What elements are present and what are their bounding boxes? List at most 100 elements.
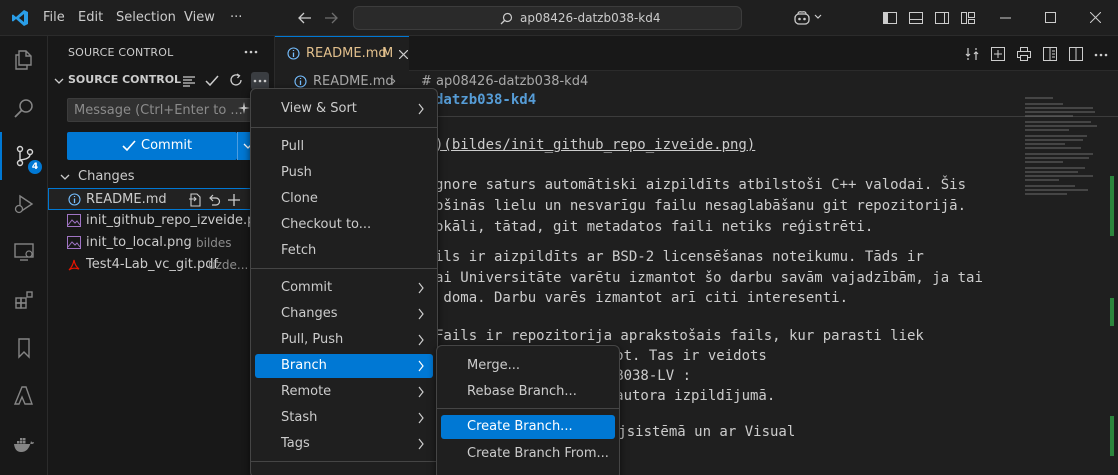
- menu-item-commit[interactable]: Commit: [255, 276, 433, 300]
- source-control-section-title[interactable]: SOURCE CONTROL: [68, 73, 181, 86]
- menu-view[interactable]: View: [184, 10, 215, 25]
- minimize-icon[interactable]: [1000, 17, 1011, 19]
- list-item[interactable]: Test4-Lab_vc_git.pdf uzde...: [48, 254, 275, 276]
- menu-item-remote[interactable]: Remote: [255, 380, 433, 404]
- commit-message-placeholder: Message (Ctrl+Enter to ...: [74, 103, 243, 118]
- image-file-icon: [67, 214, 81, 227]
- bookmark-icon[interactable]: [0, 324, 48, 372]
- menu-item-label: Clone: [281, 191, 318, 206]
- commit-message-input[interactable]: Message (Ctrl+Enter to ...: [67, 98, 257, 122]
- breadcrumb-symbol[interactable]: # ap08426-datzb038-kd4: [421, 74, 588, 89]
- image-file-icon: [67, 236, 81, 249]
- breadcrumb-file[interactable]: README.md: [313, 74, 394, 89]
- extensions-icon[interactable]: [0, 276, 48, 324]
- menu-item-create-branch-from[interactable]: Create Branch From...: [441, 442, 615, 466]
- azure-icon[interactable]: [0, 372, 48, 420]
- menu-item-label: Remote: [281, 384, 332, 399]
- maximize-icon[interactable]: [1045, 12, 1056, 23]
- menu-item-label: Pull, Push: [281, 332, 344, 347]
- menu-item-pull[interactable]: Pull: [255, 135, 433, 159]
- menu-selection[interactable]: Selection: [116, 10, 176, 25]
- refresh-icon[interactable]: [229, 73, 243, 87]
- commit-check-icon[interactable]: [205, 74, 219, 88]
- close-tab-icon[interactable]: [399, 50, 408, 59]
- changes-group[interactable]: Changes: [48, 166, 275, 188]
- remote-explorer-icon[interactable]: [0, 228, 48, 276]
- menu-item-changes[interactable]: Changes: [255, 302, 433, 326]
- menu-item-fetch[interactable]: Fetch: [255, 239, 433, 263]
- menu-file[interactable]: File: [43, 10, 65, 25]
- code-line: ils ir aizpildīts ar BSD-2 licensēšanas …: [435, 249, 924, 265]
- docker-icon[interactable]: [0, 420, 48, 468]
- menu-item-view-sort[interactable]: View & Sort: [255, 97, 433, 121]
- search-icon: [500, 12, 513, 25]
- menu-item-label: Push: [281, 165, 312, 180]
- menu-item-label: Checkout to...: [281, 217, 372, 232]
- file-name: Test4-Lab_vc_git.pdf: [86, 257, 219, 272]
- open-preview-icon[interactable]: [1042, 46, 1058, 62]
- sidebar-view-title: SOURCE CONTROL: [68, 46, 174, 59]
- code-line: ai Universitāte varētu izmantot šo darbu…: [435, 270, 983, 286]
- menu-item-branch[interactable]: Branch: [255, 354, 433, 378]
- file-folder: bildes: [196, 236, 232, 250]
- compare-changes-icon[interactable]: [964, 46, 980, 62]
- menu-item-label: Pull: [281, 139, 305, 154]
- back-arrow-icon[interactable]: [298, 11, 312, 25]
- more-actions-icon[interactable]: [244, 50, 258, 54]
- stage-changes-icon[interactable]: [227, 193, 241, 207]
- split-editor-icon[interactable]: [1068, 46, 1084, 62]
- menu-item-create-branch[interactable]: Create Branch...: [441, 415, 615, 439]
- info-icon: [287, 47, 300, 60]
- check-icon: [122, 140, 136, 152]
- list-item[interactable]: init_github_repo_izveide.p...: [48, 210, 275, 232]
- commit-button[interactable]: Commit: [67, 132, 237, 160]
- menu-item-rebase-branch[interactable]: Rebase Branch...: [441, 380, 615, 404]
- list-item[interactable]: README.md: [48, 188, 275, 210]
- menu-item-checkout[interactable]: Checkout to...: [255, 213, 433, 237]
- view-as-tree-icon[interactable]: [182, 74, 196, 88]
- title-bar: File Edit Selection View ··· ap08426-dat…: [0, 0, 1118, 36]
- menu-item-label: Tags: [281, 436, 310, 451]
- tab-readme[interactable]: README.md M: [275, 36, 409, 71]
- explorer-icon[interactable]: [0, 36, 48, 84]
- source-control-icon[interactable]: 4: [0, 132, 48, 180]
- list-item[interactable]: init_to_local.png bildes: [48, 232, 275, 254]
- menu-item-merge[interactable]: Merge...: [441, 354, 615, 378]
- run-debug-icon[interactable]: [0, 180, 48, 228]
- chevron-right-icon: [418, 386, 424, 398]
- menu-item-pull-push[interactable]: Pull, Push: [255, 328, 433, 352]
- toggle-primary-sidebar-icon[interactable]: [882, 10, 898, 26]
- sparkle-icon[interactable]: [238, 102, 250, 114]
- menu-item-clone[interactable]: Clone: [255, 187, 433, 211]
- menu-item-label: Rebase Branch...: [467, 384, 577, 399]
- command-center[interactable]: ap08426-datzb038-kd4: [353, 6, 742, 30]
- open-file-icon[interactable]: [188, 193, 202, 207]
- file-name: init_to_local.png: [86, 235, 192, 250]
- discard-changes-icon[interactable]: [207, 193, 221, 207]
- editor-more-actions-icon[interactable]: [1094, 53, 1108, 57]
- toggle-panel-icon[interactable]: [908, 10, 924, 26]
- tab-modified-status: M: [382, 46, 394, 61]
- customize-layout-icon[interactable]: [960, 10, 976, 26]
- breadcrumb-separator-icon: ›: [391, 74, 397, 89]
- chevron-right-icon: [418, 308, 424, 320]
- menu-item-tags[interactable]: Tags: [255, 432, 433, 456]
- search-view-icon[interactable]: [0, 84, 48, 132]
- chevron-right-icon: [418, 360, 424, 372]
- chevron-down-icon[interactable]: [54, 77, 64, 85]
- menu-item-push[interactable]: Push: [255, 161, 433, 185]
- menu-edit[interactable]: Edit: [78, 10, 103, 25]
- open-changes-icon[interactable]: [990, 46, 1006, 62]
- chevron-right-icon: [418, 438, 424, 450]
- forward-arrow-icon[interactable]: [324, 11, 338, 25]
- toggle-secondary-sidebar-icon[interactable]: [934, 10, 950, 26]
- menu-more[interactable]: ···: [230, 10, 242, 25]
- minimap[interactable]: [1023, 96, 1108, 216]
- menu-item-stash[interactable]: Stash: [255, 406, 433, 430]
- print-icon[interactable]: [1016, 46, 1032, 62]
- chevron-down-icon[interactable]: [814, 14, 822, 20]
- copilot-icon[interactable]: [793, 9, 811, 27]
- close-icon[interactable]: [1090, 12, 1101, 23]
- menu-separator: [251, 461, 437, 462]
- menu-item-label: Commit: [281, 280, 333, 295]
